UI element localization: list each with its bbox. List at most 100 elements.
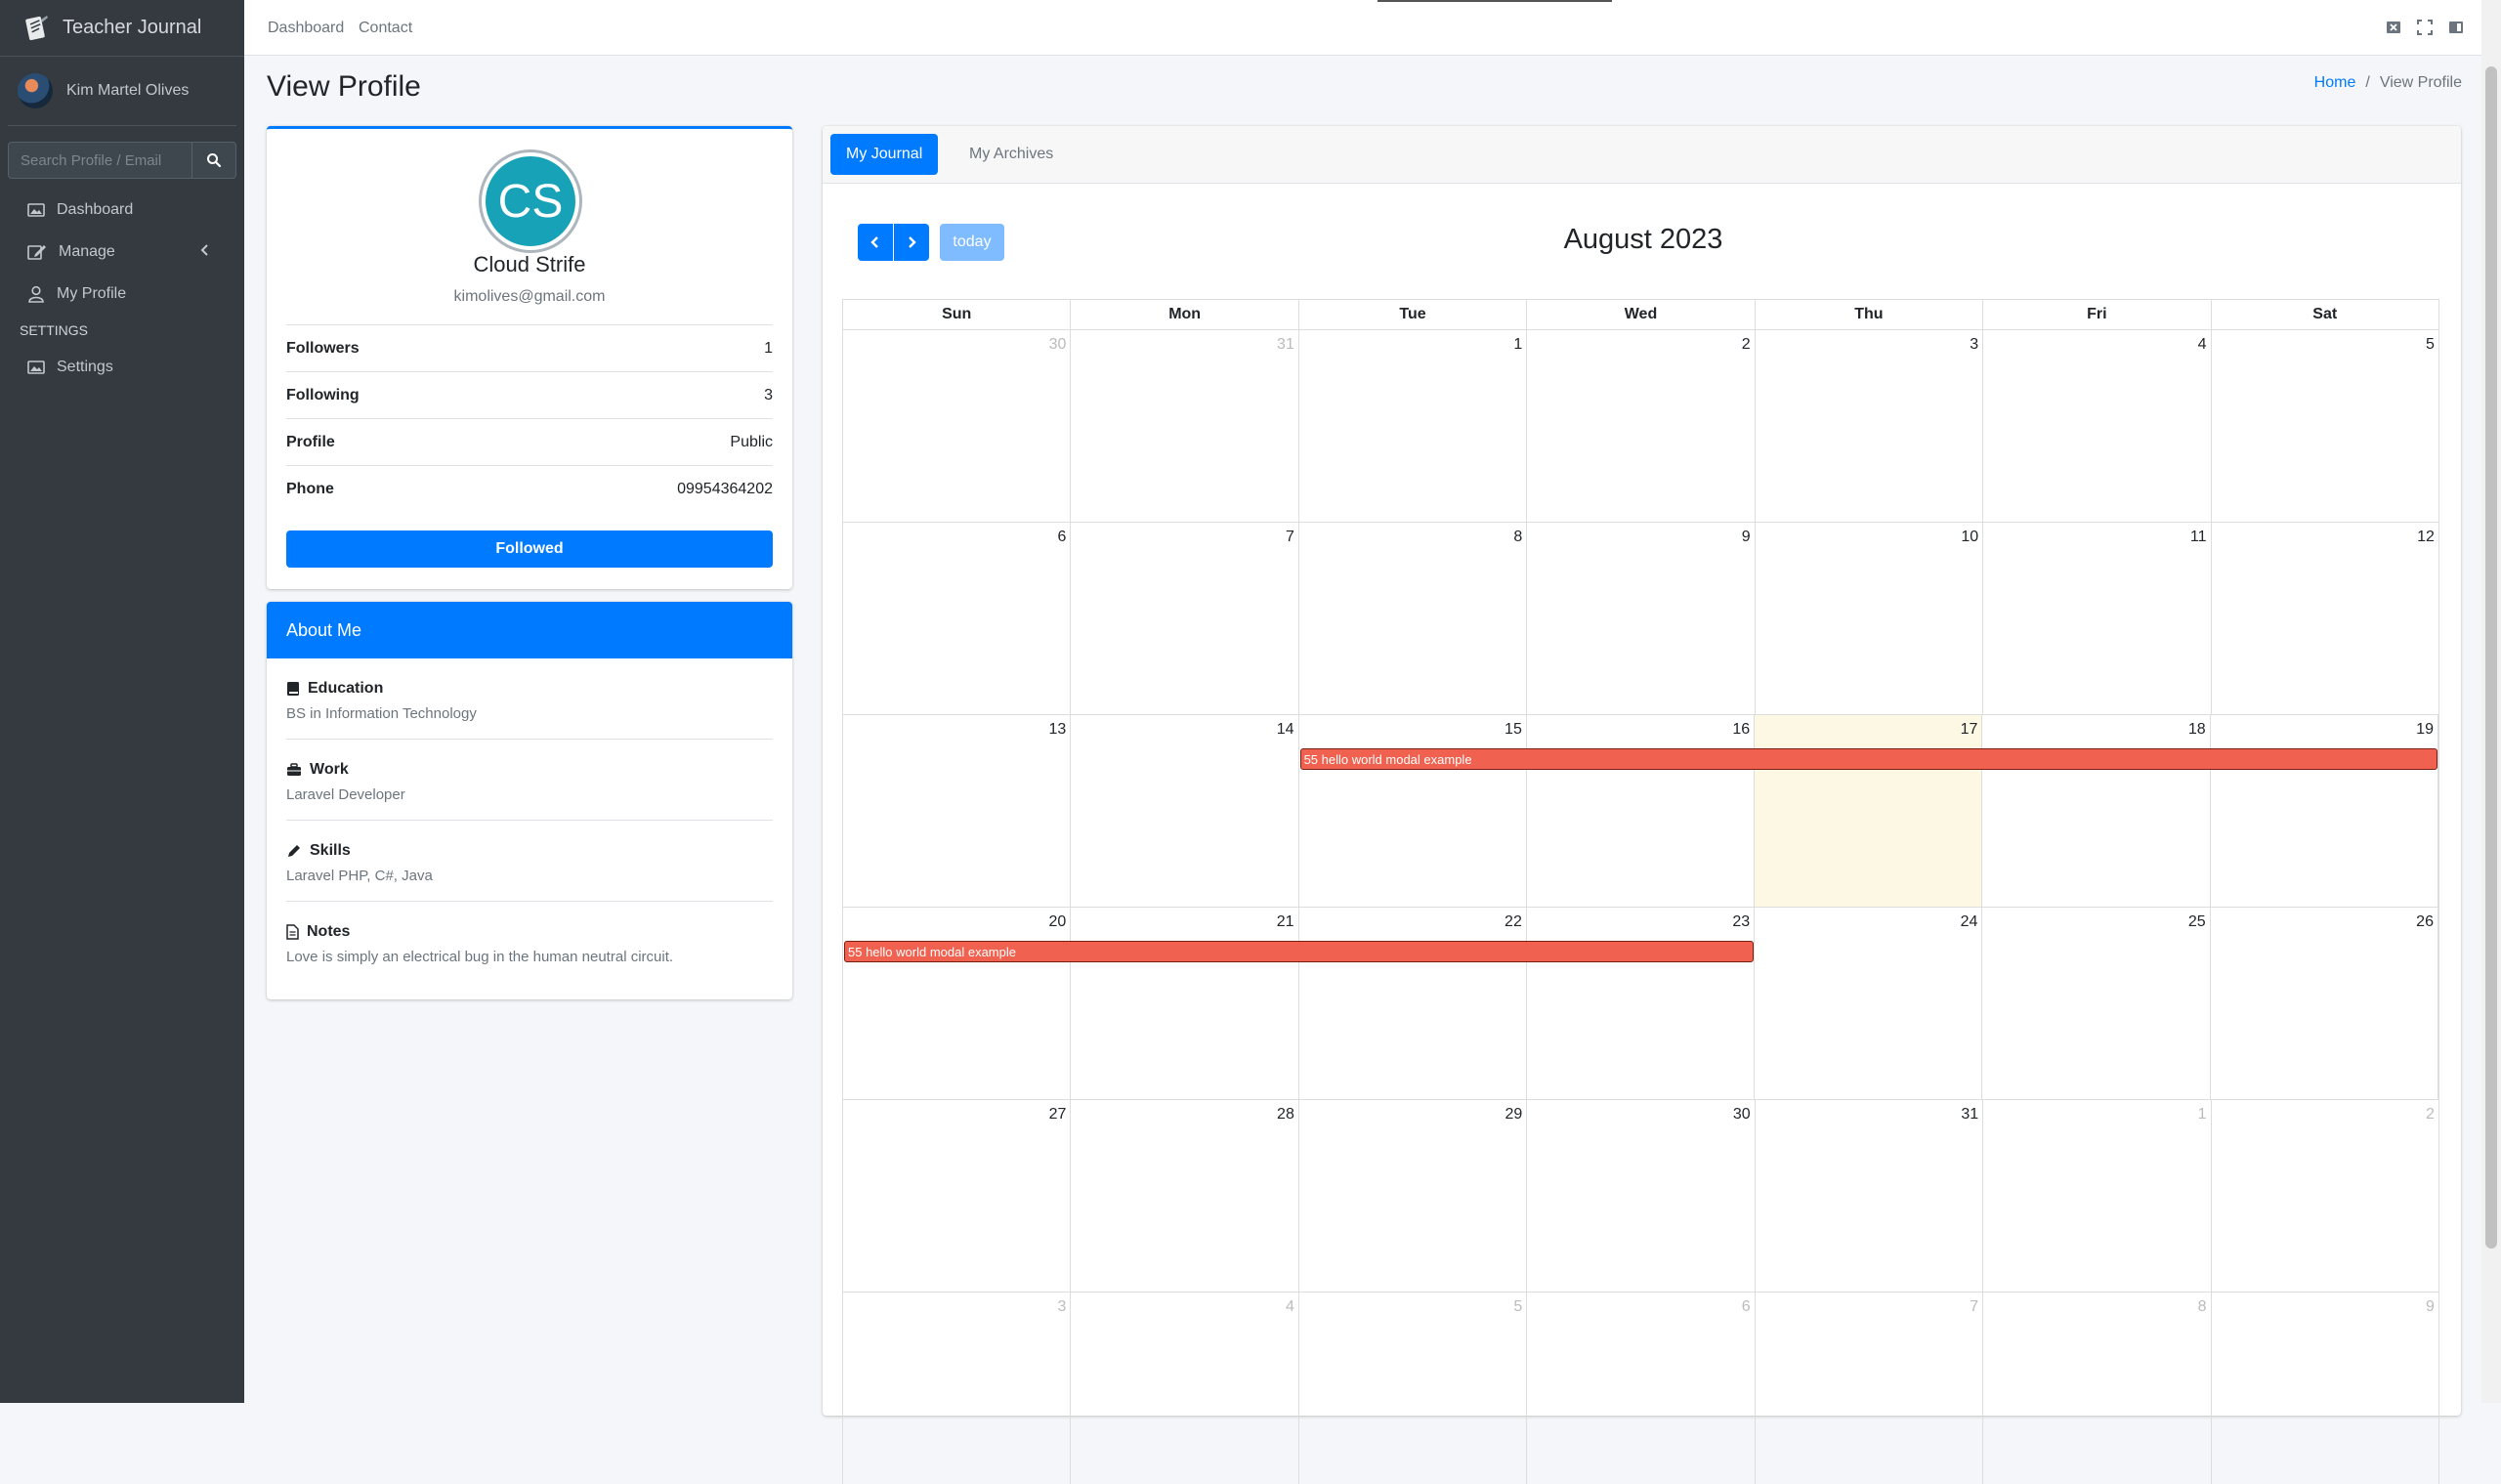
- calendar-day[interactable]: 31: [1756, 1100, 1984, 1292]
- user-panel[interactable]: Kim Martel Olives: [8, 57, 236, 126]
- day-number[interactable]: 30: [1733, 1106, 1751, 1124]
- calendar-day[interactable]: 25: [1982, 908, 2211, 1099]
- calendar-day[interactable]: 2: [2212, 1100, 2438, 1292]
- calendar-day[interactable]: 16: [1527, 715, 1756, 907]
- calendar-day[interactable]: 7: [1756, 1293, 1984, 1484]
- day-number[interactable]: 7: [1970, 1298, 1978, 1316]
- calendar-day[interactable]: 4: [1983, 330, 2212, 522]
- calendar-day[interactable]: 8: [1299, 523, 1528, 714]
- day-number[interactable]: 7: [1286, 529, 1294, 546]
- calendar-day[interactable]: 6: [843, 523, 1072, 714]
- calendar-day[interactable]: 9: [1527, 523, 1756, 714]
- prev-month-button[interactable]: [858, 224, 893, 261]
- calendar-day[interactable]: 13: [843, 715, 1072, 907]
- calendar-day[interactable]: 14: [1071, 715, 1299, 907]
- topnav-contact-link[interactable]: Contact: [359, 20, 412, 37]
- sidebar-item-settings[interactable]: Settings: [0, 346, 244, 388]
- day-number[interactable]: 11: [2190, 529, 2207, 546]
- followed-button[interactable]: Followed: [286, 530, 773, 568]
- calendar-day[interactable]: 23: [1527, 908, 1756, 1099]
- day-number[interactable]: 25: [2188, 913, 2206, 931]
- brand-link[interactable]: Teacher Journal: [0, 0, 244, 57]
- topnav-dashboard-link[interactable]: Dashboard: [268, 20, 344, 37]
- calendar-day[interactable]: 1: [1983, 1100, 2212, 1292]
- calendar-day[interactable]: 9: [2212, 1293, 2438, 1484]
- day-number[interactable]: 24: [1961, 913, 1978, 931]
- calendar-day[interactable]: 30: [843, 330, 1072, 522]
- close-window-icon[interactable]: [2386, 20, 2401, 35]
- calendar-day[interactable]: 3: [1756, 330, 1984, 522]
- calendar-day[interactable]: 5: [2212, 330, 2438, 522]
- day-number[interactable]: 20: [1048, 913, 1066, 931]
- day-number[interactable]: 22: [1505, 913, 1522, 931]
- day-number[interactable]: 30: [1049, 336, 1067, 354]
- day-number[interactable]: 5: [2426, 336, 2435, 354]
- day-number[interactable]: 12: [2417, 529, 2435, 546]
- day-number[interactable]: 3: [1058, 1298, 1067, 1316]
- calendar-day[interactable]: 4: [1071, 1293, 1299, 1484]
- calendar-event[interactable]: 55 hello world modal example: [1299, 748, 2437, 770]
- day-number[interactable]: 26: [2416, 913, 2434, 931]
- day-number[interactable]: 4: [1286, 1298, 1294, 1316]
- day-number[interactable]: 2: [2426, 1106, 2435, 1124]
- calendar-day[interactable]: 26: [2211, 908, 2438, 1099]
- calendar-day[interactable]: 3: [843, 1293, 1072, 1484]
- day-number[interactable]: 5: [1513, 1298, 1522, 1316]
- calendar-day[interactable]: 6: [1527, 1293, 1756, 1484]
- search-input[interactable]: [8, 142, 191, 179]
- calendar-day[interactable]: 11: [1983, 523, 2212, 714]
- day-number[interactable]: 1: [1513, 336, 1522, 354]
- calendar-day[interactable]: 19: [2211, 715, 2438, 907]
- calendar-day[interactable]: 2: [1527, 330, 1756, 522]
- day-number[interactable]: 28: [1277, 1106, 1294, 1124]
- calendar-day[interactable]: 31: [1071, 330, 1299, 522]
- calendar-day[interactable]: 21: [1071, 908, 1299, 1099]
- day-number[interactable]: 2: [1742, 336, 1751, 354]
- day-number[interactable]: 27: [1049, 1106, 1067, 1124]
- calendar-day[interactable]: 20: [843, 908, 1072, 1099]
- day-number[interactable]: 10: [1961, 529, 1978, 546]
- breadcrumb-home-link[interactable]: Home: [2314, 74, 2356, 92]
- day-number[interactable]: 9: [1742, 529, 1751, 546]
- calendar-day-today[interactable]: 17: [1755, 715, 1983, 907]
- calendar-day[interactable]: 29: [1299, 1100, 1528, 1292]
- calendar-day[interactable]: 5: [1299, 1293, 1528, 1484]
- calendar-day[interactable]: 28: [1071, 1100, 1299, 1292]
- day-number[interactable]: 3: [1970, 336, 1978, 354]
- day-number[interactable]: 31: [1961, 1106, 1978, 1124]
- next-month-button[interactable]: [894, 224, 929, 261]
- day-number[interactable]: 17: [1961, 721, 1978, 739]
- calendar-day[interactable]: 10: [1756, 523, 1984, 714]
- calendar-day[interactable]: 1: [1299, 330, 1528, 522]
- page-scrollbar[interactable]: [2481, 0, 2501, 1403]
- day-number[interactable]: 15: [1505, 721, 1522, 739]
- fullscreen-icon[interactable]: [2417, 20, 2433, 35]
- day-number[interactable]: 8: [2198, 1298, 2207, 1316]
- day-number[interactable]: 1: [2198, 1106, 2207, 1124]
- day-number[interactable]: 21: [1277, 913, 1294, 931]
- day-number[interactable]: 6: [1742, 1298, 1751, 1316]
- day-number[interactable]: 29: [1505, 1106, 1522, 1124]
- day-number[interactable]: 16: [1732, 721, 1750, 739]
- scrollbar-thumb[interactable]: [2485, 66, 2497, 1249]
- day-number[interactable]: 31: [1277, 336, 1294, 354]
- sidebar-item-my-profile[interactable]: My Profile: [0, 273, 244, 315]
- day-number[interactable]: 18: [2188, 721, 2206, 739]
- day-number[interactable]: 23: [1732, 913, 1750, 931]
- calendar-day[interactable]: 8: [1983, 1293, 2212, 1484]
- day-number[interactable]: 4: [2198, 336, 2207, 354]
- search-button[interactable]: [191, 142, 236, 179]
- tab-my-journal[interactable]: My Journal: [830, 134, 939, 175]
- calendar-day[interactable]: 30: [1527, 1100, 1756, 1292]
- day-number[interactable]: 13: [1048, 721, 1066, 739]
- today-button[interactable]: today: [940, 224, 1004, 261]
- calendar-day[interactable]: 24: [1755, 908, 1983, 1099]
- sidebar-item-manage[interactable]: Manage: [0, 231, 244, 273]
- calendar-day[interactable]: 27: [843, 1100, 1072, 1292]
- tab-my-archives[interactable]: My Archives: [954, 134, 1069, 175]
- day-number[interactable]: 6: [1058, 529, 1067, 546]
- day-number[interactable]: 14: [1277, 721, 1294, 739]
- calendar-day[interactable]: 18: [1982, 715, 2211, 907]
- control-sidebar-icon[interactable]: [2448, 20, 2464, 35]
- day-number[interactable]: 19: [2416, 721, 2434, 739]
